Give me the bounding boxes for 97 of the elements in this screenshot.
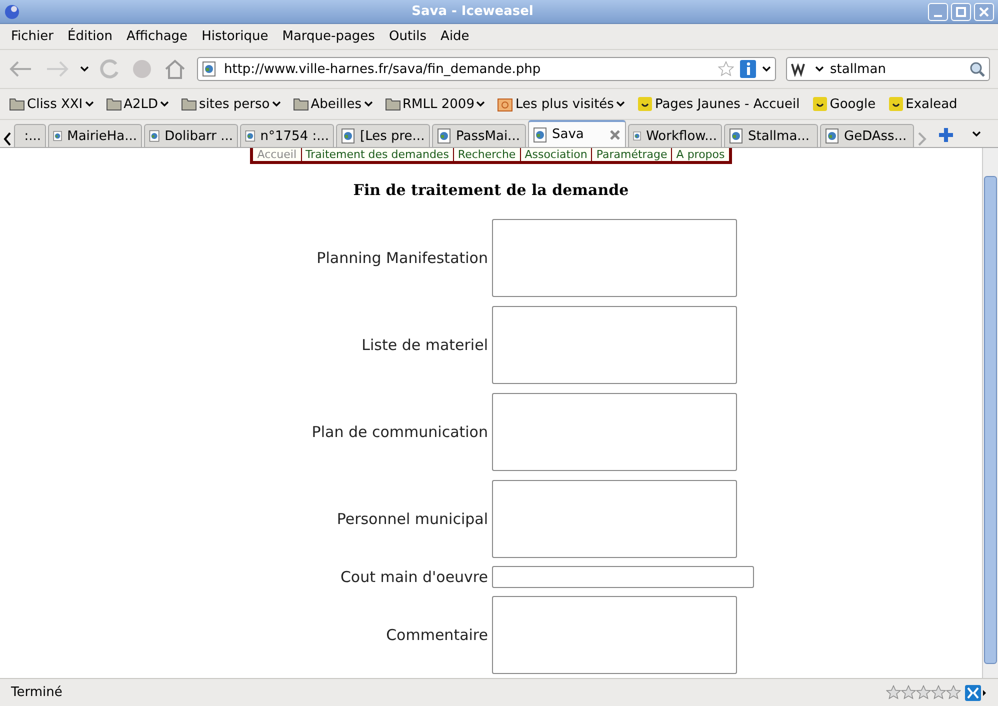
bookmark-item[interactable]: Cliss XXI bbox=[9, 96, 94, 112]
browser-tab[interactable]: :... bbox=[14, 124, 46, 147]
field-label: Cout main d'oeuvre bbox=[339, 568, 488, 586]
minimize-button[interactable] bbox=[928, 2, 948, 20]
status-text: Terminé bbox=[11, 685, 64, 700]
close-button[interactable] bbox=[974, 2, 994, 20]
window-title: Sava - Iceweasel bbox=[410, 4, 534, 19]
menu-item[interactable]: Affichage bbox=[126, 29, 188, 44]
page-heading: Fin de traitement de la demande bbox=[353, 181, 629, 199]
page-icon bbox=[437, 128, 451, 144]
address-input[interactable]: http://www.ville-harnes.fr/sava/fin_demande.php bbox=[222, 59, 712, 79]
page-icon bbox=[202, 61, 216, 77]
menu-item[interactable]: Fichier bbox=[11, 29, 54, 44]
browser-tab[interactable]: Dolibarr ... bbox=[144, 124, 238, 147]
text-area[interactable] bbox=[492, 596, 737, 674]
back-icon[interactable] bbox=[8, 59, 34, 79]
star-icon[interactable] bbox=[886, 685, 901, 700]
caret-icon bbox=[364, 101, 373, 107]
page-icon bbox=[341, 128, 355, 144]
input-field[interactable] bbox=[492, 566, 754, 588]
browser-tab[interactable]: [Les pre... bbox=[336, 124, 430, 147]
bookmark-item[interactable]: RMLL 2009 bbox=[384, 96, 486, 112]
site-nav-link[interactable]: Paramétrage bbox=[592, 148, 672, 161]
browser-tab[interactable]: Stallma... bbox=[724, 124, 818, 147]
new-tab-icon[interactable] bbox=[936, 125, 956, 145]
browser-tab[interactable]: Sava bbox=[528, 120, 626, 147]
browser-tab[interactable]: GeDAss... bbox=[820, 124, 914, 147]
page-icon bbox=[533, 126, 547, 142]
site-nav-link[interactable]: Traitement des demandes bbox=[302, 148, 454, 161]
field-label: Liste de materiel bbox=[360, 336, 488, 354]
bookmark-item[interactable]: A2LD bbox=[106, 96, 170, 112]
maximize-button[interactable] bbox=[951, 2, 971, 20]
site-nav-link[interactable]: Association bbox=[520, 148, 592, 161]
page-icon bbox=[825, 128, 839, 144]
maximize-icon bbox=[956, 6, 966, 16]
star-icon[interactable] bbox=[718, 61, 734, 77]
site-nav-link[interactable]: Accueil bbox=[253, 148, 302, 161]
site-nav-link[interactable]: Recherche bbox=[454, 148, 521, 161]
menu-item[interactable]: Outils bbox=[388, 29, 427, 44]
browser-tab[interactable]: n°1754 :... bbox=[240, 124, 334, 147]
field-label: Commentaire bbox=[385, 626, 488, 644]
scroll-right-icon[interactable] bbox=[916, 131, 928, 147]
text-area[interactable] bbox=[492, 480, 737, 558]
extension-icon[interactable] bbox=[965, 684, 987, 700]
close-icon bbox=[979, 6, 989, 16]
bookmark-item[interactable]: sites perso bbox=[181, 96, 281, 112]
caret-icon bbox=[84, 101, 94, 107]
menu-item[interactable]: Édition bbox=[68, 29, 112, 44]
page-icon bbox=[245, 128, 256, 144]
reload-icon[interactable] bbox=[99, 58, 121, 80]
bookmark-item[interactable]: Les plus visités bbox=[497, 96, 625, 112]
browser-tab[interactable]: Workflow... bbox=[628, 124, 722, 147]
field-label: Planning Manifestation bbox=[316, 249, 488, 267]
caret-icon bbox=[762, 66, 771, 72]
caret-icon bbox=[476, 101, 486, 107]
caret-icon bbox=[272, 101, 281, 107]
menu-item[interactable]: Historique bbox=[202, 29, 268, 44]
star-icon[interactable] bbox=[916, 685, 931, 700]
site-icon bbox=[888, 96, 904, 112]
caret-icon bbox=[815, 66, 824, 72]
star-icon[interactable] bbox=[946, 685, 961, 700]
browser-tab[interactable]: MairieHa... bbox=[48, 124, 142, 147]
info-icon[interactable] bbox=[740, 60, 756, 78]
field-label: Personnel municipal bbox=[336, 510, 488, 528]
browser-tab[interactable]: PassMai... bbox=[432, 124, 526, 147]
search-bar[interactable]: stallman bbox=[786, 57, 990, 81]
caret-icon bbox=[616, 101, 625, 107]
star-icon[interactable] bbox=[901, 685, 916, 700]
menu-item[interactable]: Marque-pages bbox=[282, 29, 375, 44]
search-icon[interactable] bbox=[969, 61, 985, 77]
page-icon bbox=[53, 128, 62, 144]
scroll-left-icon[interactable] bbox=[2, 131, 12, 147]
bookmark-item[interactable]: Abeilles bbox=[292, 96, 373, 112]
star-icon[interactable] bbox=[931, 685, 946, 700]
page-icon bbox=[729, 128, 743, 144]
site-icon bbox=[812, 96, 828, 112]
bookmark-item[interactable]: Pages Jaunes - Accueil bbox=[636, 96, 800, 112]
site-nav-link[interactable]: A propos bbox=[672, 148, 729, 161]
page-icon bbox=[149, 128, 160, 144]
minimize-icon bbox=[933, 14, 943, 16]
caret-icon bbox=[972, 131, 981, 137]
address-bar[interactable]: http://www.ville-harnes.fr/sava/fin_demande.php bbox=[197, 57, 776, 81]
search-input[interactable]: stallman bbox=[828, 59, 965, 79]
text-area[interactable] bbox=[492, 306, 737, 384]
bookmark-item[interactable]: Google bbox=[812, 96, 876, 112]
browser-logo-icon bbox=[4, 4, 20, 20]
menu-item[interactable]: Aide bbox=[440, 29, 470, 44]
site-icon bbox=[636, 96, 653, 112]
home-icon[interactable] bbox=[163, 58, 187, 80]
close-icon[interactable] bbox=[609, 128, 621, 140]
text-area[interactable] bbox=[492, 393, 737, 471]
scrollbar[interactable] bbox=[982, 148, 998, 678]
caret-icon bbox=[160, 101, 170, 107]
bookmark-item[interactable]: Exalead bbox=[888, 96, 958, 112]
text-area[interactable] bbox=[492, 219, 737, 297]
caret-icon bbox=[80, 66, 89, 72]
field-label: Plan de communication bbox=[310, 423, 488, 441]
